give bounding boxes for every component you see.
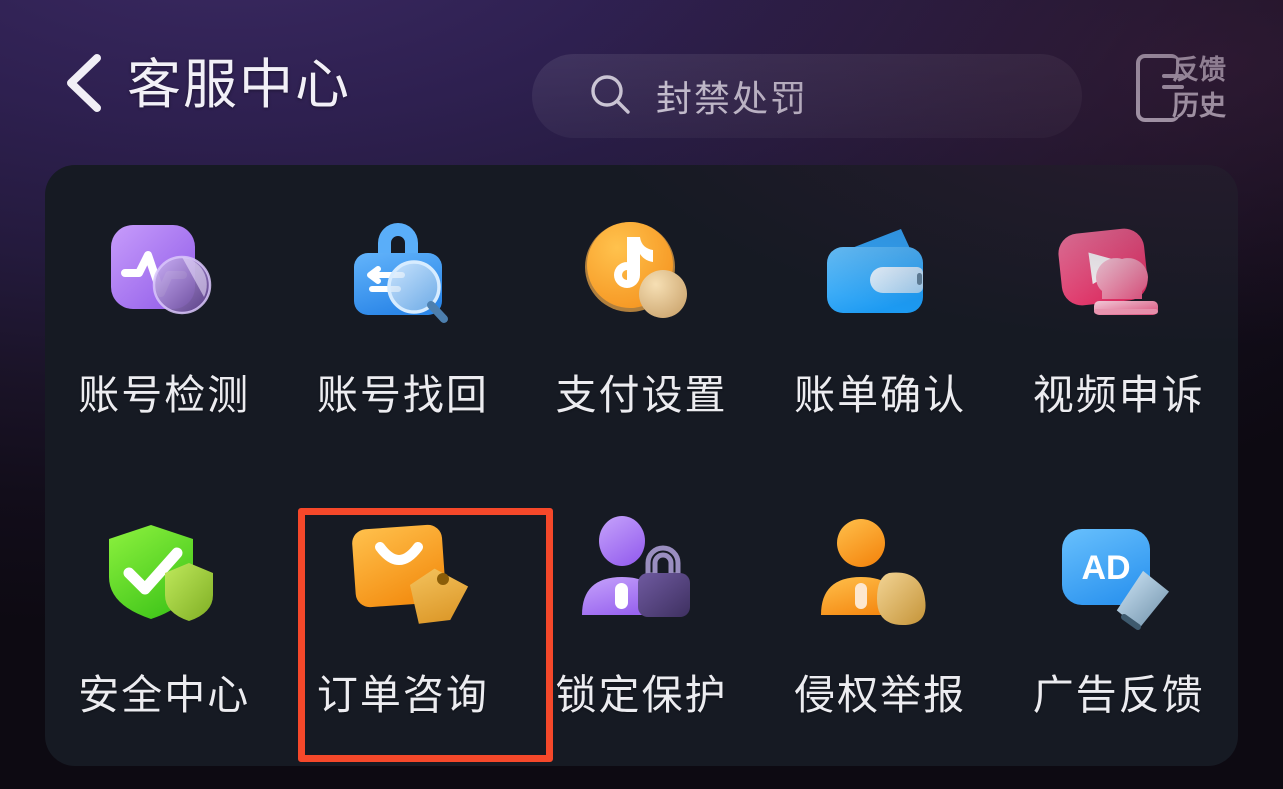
- grid-item-payment-settings[interactable]: 支付设置: [522, 165, 761, 466]
- grid-item-order-inquiry[interactable]: 订单咨询: [284, 466, 523, 767]
- back-button[interactable]: [52, 52, 114, 114]
- account-detection-icon: [89, 209, 239, 339]
- grid-item-infringement-report[interactable]: 侵权举报: [761, 466, 1000, 767]
- search-icon: [588, 72, 632, 121]
- grid-item-label: 广告反馈: [1032, 671, 1205, 718]
- chevron-left-icon: [61, 52, 105, 114]
- ad-feedback-icon: AD: [1044, 511, 1194, 641]
- grid-item-account-recovery[interactable]: 账号找回: [284, 165, 523, 466]
- video-appeal-stamp-icon: [1044, 209, 1194, 339]
- grid-item-video-appeal[interactable]: 视频申诉: [999, 165, 1238, 466]
- service-grid: 账号检测 账号找回 支付设置 账单确认 视频申诉 安全中心 订单咨询 锁定保护 …: [45, 165, 1238, 766]
- grid-item-label: 支付设置: [555, 372, 728, 419]
- grid-item-lock-protection[interactable]: 锁定保护: [522, 466, 761, 767]
- grid-item-label: 安全中心: [78, 671, 251, 718]
- grid-item-bill-confirmation[interactable]: 账单确认: [761, 165, 1000, 466]
- grid-item-label: 侵权举报: [794, 671, 967, 718]
- feedback-history-label-line2: 历史: [1172, 91, 1226, 121]
- grid-item-label: 订单咨询: [316, 671, 489, 718]
- top-bar: 客服中心 封禁处罚 反馈 历史: [0, 0, 1283, 160]
- shield-check-icon: [89, 511, 239, 641]
- grid-item-account-detection[interactable]: 账号检测: [45, 165, 284, 466]
- feedback-history-button[interactable]: 反馈 历史: [1136, 52, 1236, 130]
- search-bar[interactable]: 封禁处罚: [532, 54, 1082, 138]
- grid-item-label: 账单确认: [794, 372, 967, 419]
- svg-text:AD: AD: [1081, 549, 1130, 587]
- grid-item-ad-feedback[interactable]: AD 广告反馈: [999, 466, 1238, 767]
- grid-item-security-center[interactable]: 安全中心: [45, 466, 284, 767]
- grid-item-label: 账号找回: [316, 372, 489, 419]
- grid-item-label: 锁定保护: [555, 671, 728, 718]
- order-bag-tag-icon: [328, 511, 478, 641]
- feedback-history-label: 反馈 历史: [1172, 52, 1226, 124]
- grid-item-label: 账号检测: [78, 372, 251, 419]
- infringement-report-person-icon: [805, 511, 955, 641]
- app-root: 客服中心 封禁处罚 反馈 历史 账号检测 账号找回 支付设置 账单确认 视频申诉…: [0, 0, 1283, 789]
- service-grid-card: 账号检测 账号找回 支付设置 账单确认 视频申诉 安全中心 订单咨询 锁定保护 …: [45, 165, 1238, 766]
- account-recovery-lock-icon: [328, 209, 478, 339]
- lock-protection-person-icon: [566, 511, 716, 641]
- search-input-placeholder[interactable]: 封禁处罚: [656, 70, 808, 122]
- wallet-icon: [805, 209, 955, 339]
- payment-coin-icon: [566, 209, 716, 339]
- page-title: 客服中心: [127, 55, 351, 115]
- feedback-history-label-line1: 反馈: [1172, 55, 1226, 85]
- grid-item-label: 视频申诉: [1032, 372, 1205, 419]
